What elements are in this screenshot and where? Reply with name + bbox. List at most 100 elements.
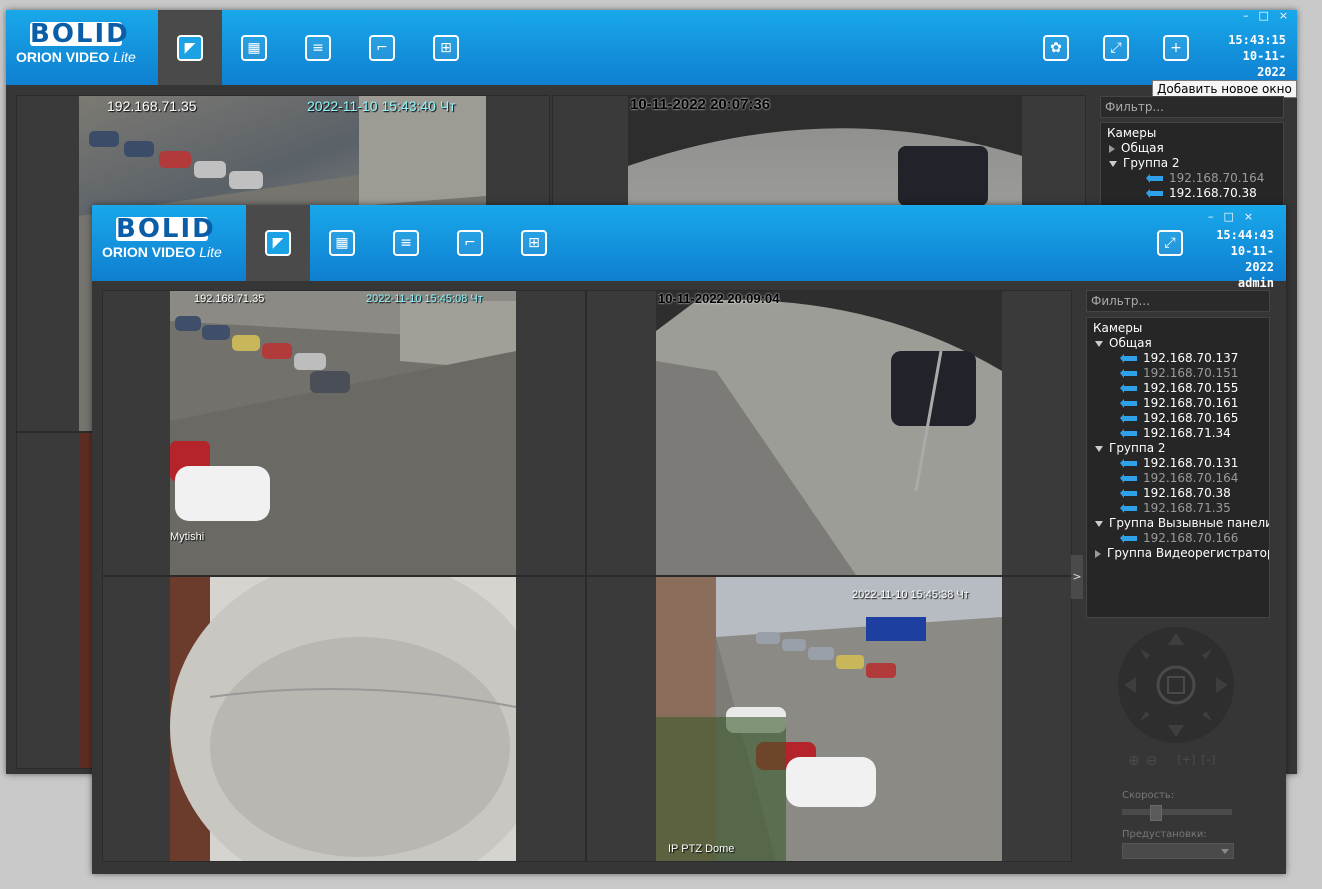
speed-slider-thumb[interactable] [1149,805,1162,821]
tree-group[interactable]: Группа Видеорегистраторы [1093,546,1269,561]
document-search-icon: ≡ [393,230,419,256]
ptz-joystick[interactable] [1116,625,1236,745]
clock-user: admin [1237,276,1274,290]
camera-icon [1120,459,1137,468]
add-window-icon: + [1163,34,1189,61]
camera-icon [1120,474,1137,483]
camera-icon [1120,534,1137,543]
front-window-controls: – □ × [1208,210,1253,223]
product-name: ORION VIDEO Lite [16,49,136,65]
maximize-button[interactable]: □ [1259,9,1269,22]
chevron-down-icon [1221,849,1229,854]
back-filter-input[interactable]: Фильтр... [1100,96,1284,118]
cam-ip-overlay: 192.168.71.35 [194,293,265,305]
tree-camera[interactable]: 192.168.71.34 [1093,426,1263,441]
camera-icon [1120,384,1137,393]
tree-camera[interactable]: 192.168.71.35 [1093,501,1263,516]
cam-tile-4[interactable]: 2022-11-10 15:45:38 Чт IP PTZ Dome [586,576,1072,862]
settings-button[interactable]: ✿ [1024,10,1088,85]
front-titlebar: BOLID ORION VIDEO Lite ◤ ▦ ≡ ⌐ ⊞ ⤢ – □ ×… [92,205,1286,290]
filter-input[interactable]: Фильтр... [1086,290,1270,312]
clock-time: 15:43:15 [1228,33,1286,47]
tree-camera[interactable]: 192.168.70.151 [1093,366,1263,381]
tree-group[interactable]: Группа Вызывные панели [1093,516,1269,531]
focus-far-icon[interactable]: [–] [1201,753,1215,769]
fullscreen-icon: ⤢ [1103,34,1129,61]
speed-label: Скорость: [1122,790,1175,801]
floorplan-icon: ⌐ [369,34,395,61]
tab-layouts[interactable]: ⊞ [414,10,478,85]
minimize-button[interactable]: – [1208,210,1214,223]
zoom-in-icon[interactable]: ⊕ [1128,753,1140,769]
clock-date: 10-11-2022 [1242,49,1286,79]
clapper-icon: ▦ [241,34,267,61]
clock-time: 15:44:43 [1216,228,1274,242]
tab-plans[interactable]: ⌐ [350,10,414,85]
tree-camera[interactable]: 192.168.70.164 [1093,471,1263,486]
fullscreen-icon: ⤢ [1157,230,1183,256]
presets-label: Предустановки: [1122,829,1207,840]
close-button[interactable]: × [1244,210,1253,223]
front-window: BOLID ORION VIDEO Lite ◤ ▦ ≡ ⌐ ⊞ ⤢ – □ ×… [92,205,1286,874]
dome-interior-scene [170,577,516,861]
parking-scene [170,291,516,575]
camera-icon [1120,354,1137,363]
floorplan-icon: ⌐ [457,230,483,256]
tree-camera[interactable]: 192.168.70.164 [1107,171,1277,186]
collapse-panel-button[interactable]: > [1071,555,1083,599]
tree-camera[interactable]: 192.168.70.155 [1093,381,1263,396]
camera-icon [1120,369,1137,378]
clapper-icon: ▦ [329,230,355,256]
document-search-icon: ≡ [305,34,331,61]
camera-icon [1120,399,1137,408]
tree-camera[interactable]: 192.168.70.161 [1093,396,1263,411]
tab-live-view[interactable]: ◤ [246,205,310,281]
layout-grid-icon: ⊞ [521,230,547,256]
parking-lot-scene [656,577,1002,861]
cam-name-overlay: Mytishi [170,531,205,543]
zoom-out-icon[interactable]: ⊖ [1146,753,1158,769]
gear-icon: ✿ [1043,34,1069,61]
camera-icon: ◤ [177,34,203,61]
tab-events[interactable]: ≡ [286,10,350,85]
maximize-button[interactable]: □ [1224,210,1234,223]
tree-group[interactable]: Общая [1107,141,1277,156]
cam-tile-3[interactable] [102,576,586,862]
cam-tile-1[interactable]: 192.168.71.35 2022-11-10 15:45:08 Чт Myt… [102,290,586,576]
presets-dropdown[interactable] [1122,843,1234,859]
add-window-button[interactable]: + [1144,10,1208,85]
cam-feed-4: 2022-11-10 15:45:38 Чт IP PTZ Dome [656,577,1002,861]
tab-archive[interactable]: ▦ [310,205,374,281]
tree-camera[interactable]: 192.168.70.165 [1093,411,1263,426]
cam-timestamp-overlay: 2022-11-10 15:45:08 Чт [366,293,483,305]
tree-camera[interactable]: 192.168.70.166 [1093,531,1263,546]
tree-camera[interactable]: 192.168.70.38 [1107,186,1277,201]
front-logo: BOLID ORION VIDEO Lite [102,216,232,260]
close-button[interactable]: × [1279,9,1288,22]
tree-camera[interactable]: 192.168.70.38 [1093,486,1263,501]
minimize-button[interactable]: – [1243,9,1249,22]
tree-camera[interactable]: 192.168.70.131 [1093,456,1263,471]
cam-tile-2[interactable]: 10-11-2022 20:09:04 [586,290,1072,576]
fullscreen-button[interactable]: ⤢ [1084,10,1148,85]
tree-camera[interactable]: 192.168.70.137 [1093,351,1263,366]
tab-archive[interactable]: ▦ [222,10,286,85]
tab-live-view[interactable]: ◤ [158,10,222,85]
camera-icon [1120,504,1137,513]
tree-group[interactable]: Группа 2 [1107,156,1277,171]
speed-slider[interactable] [1122,805,1232,821]
fullscreen-button[interactable]: ⤢ [1138,205,1202,281]
camera-icon [1146,189,1163,198]
tab-plans[interactable]: ⌐ [438,205,502,281]
tree-root: Камеры [1107,126,1157,140]
tab-layouts[interactable]: ⊞ [502,205,566,281]
tab-events[interactable]: ≡ [374,205,438,281]
focus-near-icon[interactable]: [+] [1177,753,1195,769]
product-name: ORION VIDEO Lite [102,244,222,260]
camera-icon [1120,489,1137,498]
tree-group[interactable]: Группа 2 [1093,441,1263,456]
layout-grid-icon: ⊞ [433,34,459,61]
cam-timestamp-overlay: 2022-11-10 15:45:38 Чт [852,589,969,601]
cam-feed-1: 192.168.71.35 2022-11-10 15:45:08 Чт Myt… [170,291,516,575]
tree-group[interactable]: Общая [1093,336,1263,351]
